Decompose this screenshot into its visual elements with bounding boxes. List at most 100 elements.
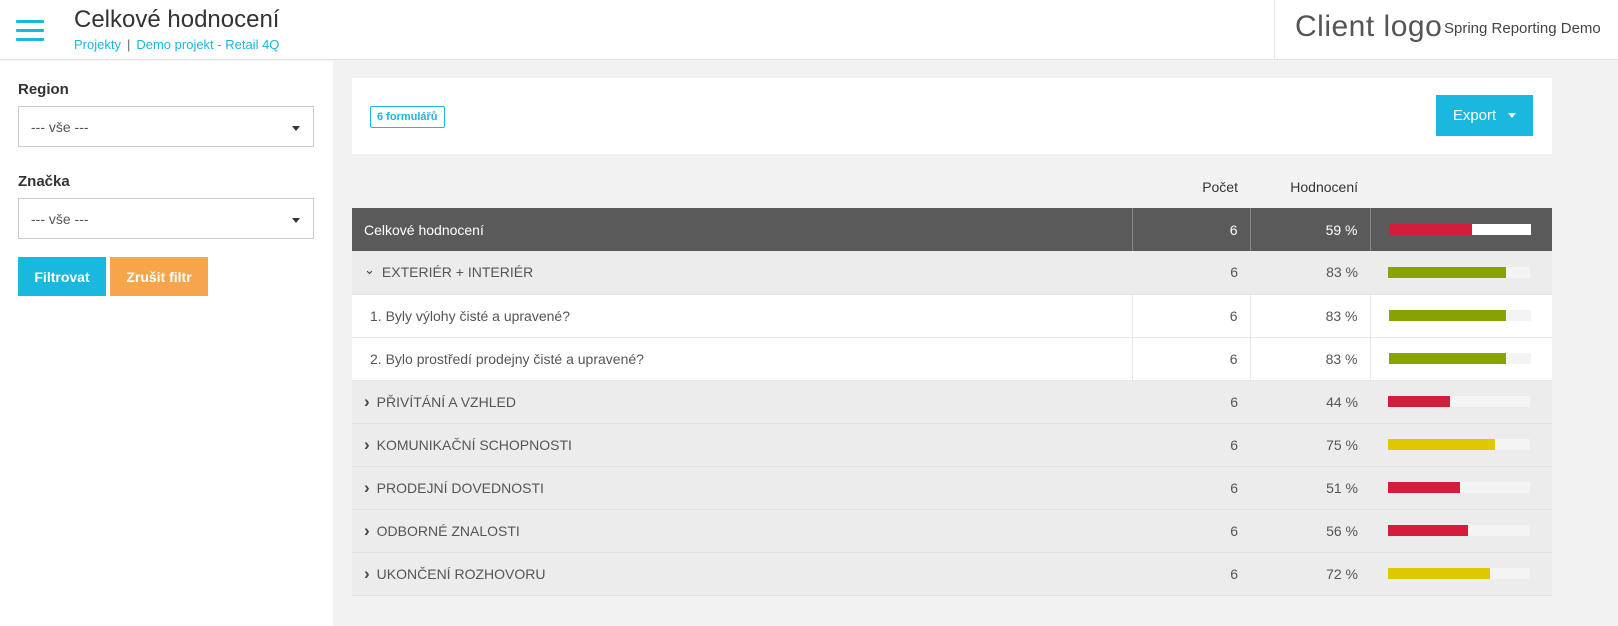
row-score-bar-cell — [1369, 208, 1552, 251]
filter-buttons: Filtrovat Zrušit filtr — [18, 257, 315, 296]
row-count: 6 — [1132, 251, 1250, 295]
results-table: Počet Hodnocení Celkové hodnocení 6 59 % ⌄ E… — [352, 166, 1552, 596]
row-score-bar-cell — [1370, 552, 1552, 596]
chevron-down-icon[interactable]: ⌄ — [364, 262, 375, 278]
section-row[interactable]: › PRODEJNÍ DOVEDNOSTI 6 51 % — [352, 466, 1552, 510]
row-label: PRODEJNÍ DOVEDNOSTI — [376, 479, 544, 496]
row-score-bar-cell — [1370, 380, 1552, 424]
row-label-cell: ⌄ EXTERIÉR + INTERIÉR — [352, 251, 1132, 295]
question-row: 1. Byly výlohy čisté a upravené? 6 83 % — [352, 294, 1552, 338]
column-header-bar — [1370, 166, 1552, 208]
table-header: Počet Hodnocení — [352, 166, 1552, 208]
region-select[interactable]: --- vše --- — [18, 106, 314, 147]
score-bar-track — [1388, 568, 1530, 579]
score-bar-fill — [1388, 224, 1473, 235]
score-bar-fill — [1388, 310, 1507, 321]
chevron-right-icon[interactable]: › — [364, 478, 370, 498]
score-bar-fill — [1388, 396, 1451, 407]
row-score-bar-cell — [1370, 251, 1552, 295]
app-header: Celkové hodnocení Projekty | Demo projekt … — [0, 0, 1618, 60]
score-bar-fill — [1388, 482, 1461, 493]
score-bar-track — [1388, 482, 1530, 493]
header-right: Client logo Spring Reporting Demo — [1274, 0, 1618, 60]
row-score: 72 % — [1250, 552, 1370, 596]
chevron-right-icon[interactable]: › — [364, 564, 370, 584]
column-header-score: Hodnocení — [1250, 166, 1370, 208]
row-score-bar-cell — [1369, 337, 1552, 381]
brand-select[interactable]: --- vše --- — [18, 198, 314, 239]
row-label-cell: 1. Byly výlohy čisté a upravené? — [352, 294, 1132, 338]
section-row[interactable]: › KOMUNIKAČNÍ SCHOPNOSTI 6 75 % — [352, 423, 1552, 467]
client-logo: Client logo — [1295, 10, 1443, 43]
row-label-cell: › PŘIVÍTÁNÍ A VZHLED — [352, 380, 1132, 424]
question-row: 2. Bylo prostředí prodejny čisté a uprav… — [352, 337, 1552, 381]
export-button[interactable]: Export — [1436, 95, 1533, 136]
export-label: Export — [1452, 107, 1497, 124]
row-label-cell: › UKONČENÍ ROZHOVORU — [352, 552, 1132, 596]
row-score: 83 % — [1250, 251, 1370, 295]
score-bar-track — [1388, 439, 1530, 450]
row-label: PŘIVÍTÁNÍ A VZHLED — [376, 393, 516, 410]
filter-button[interactable]: Filtrovat — [18, 257, 106, 296]
breadcrumb-project[interactable]: Demo projekt - Retail 4Q — [136, 37, 279, 52]
score-bar-track — [1388, 525, 1530, 536]
section-row[interactable]: › PŘIVÍTÁNÍ A VZHLED 6 44 % — [352, 380, 1552, 424]
region-select-value: --- vše --- — [31, 119, 89, 135]
section-row[interactable]: › ODBORNÉ ZNALOSTI 6 56 % — [352, 509, 1552, 553]
row-label: ODBORNÉ ZNALOSTI — [376, 522, 520, 539]
breadcrumb-separator: | — [126, 37, 131, 52]
section-row[interactable]: › UKONČENÍ ROZHOVORU 6 72 % — [352, 552, 1552, 596]
row-count: 6 — [1132, 509, 1250, 553]
region-label: Region — [18, 81, 69, 98]
row-score-bar-cell — [1370, 423, 1552, 467]
main-content: 6 formulářů Export Počet Hodnocení Celko… — [352, 78, 1552, 596]
row-label-cell: Celkové hodnocení — [352, 208, 1132, 251]
row-label: KOMUNIKAČNÍ SCHOPNOSTI — [376, 436, 572, 453]
row-label-cell: › PRODEJNÍ DOVEDNOSTI — [352, 466, 1132, 510]
row-count: 6 — [1132, 552, 1250, 596]
row-count: 6 — [1131, 337, 1250, 381]
score-bar-track — [1388, 266, 1530, 278]
forms-count-badge: 6 formulářů — [370, 106, 445, 128]
row-score-bar-cell — [1369, 294, 1552, 338]
total-row: Celkové hodnocení 6 59 % — [352, 208, 1552, 251]
column-header-label — [352, 166, 1132, 208]
row-label: EXTERIÉR + INTERIÉR — [381, 263, 534, 280]
row-label: UKONČENÍ ROZHOVORU — [376, 565, 546, 582]
row-count: 6 — [1131, 294, 1250, 338]
chevron-right-icon[interactable]: › — [364, 392, 370, 412]
row-label-cell: 2. Bylo prostředí prodejny čisté a uprav… — [352, 337, 1132, 381]
app-name: Spring Reporting Demo — [1444, 20, 1601, 37]
brand-label: Značka — [18, 173, 70, 190]
row-score: 51 % — [1250, 466, 1370, 510]
row-score: 56 % — [1250, 509, 1370, 553]
page-title: Celkové hodnocení — [74, 6, 280, 33]
hamburger-menu-icon[interactable] — [16, 20, 44, 42]
row-count: 6 — [1132, 466, 1250, 510]
row-count: 6 — [1132, 380, 1250, 424]
brand-select-value: --- vše --- — [31, 211, 89, 227]
section-row[interactable]: ⌄ EXTERIÉR + INTERIÉR 6 83 % — [352, 251, 1552, 295]
row-score: 59 % — [1249, 208, 1370, 251]
clear-filter-button[interactable]: Zrušit filtr — [110, 257, 208, 296]
row-count: 6 — [1132, 423, 1250, 467]
caret-down-icon — [292, 126, 300, 131]
toolbar: 6 formulářů Export — [352, 78, 1552, 154]
score-bar-fill — [1388, 439, 1495, 450]
breadcrumb-projects[interactable]: Projekty — [74, 37, 121, 52]
table-body: Celkové hodnocení 6 59 % ⌄ EXTERIÉR + INTERI… — [352, 208, 1552, 596]
row-count: 6 — [1131, 208, 1250, 251]
row-score: 44 % — [1250, 380, 1370, 424]
title-area: Celkové hodnocení Projekty | Demo projekt … — [74, 6, 279, 52]
score-bar-fill — [1388, 353, 1507, 364]
chevron-right-icon[interactable]: › — [364, 435, 370, 455]
chevron-right-icon[interactable]: › — [364, 521, 370, 541]
score-bar-track — [1388, 396, 1530, 407]
score-bar-fill — [1388, 525, 1468, 536]
row-label-cell: › KOMUNIKAČNÍ SCHOPNOSTI — [352, 423, 1132, 467]
caret-down-icon — [1508, 113, 1517, 118]
row-label: Celkové hodnocení — [364, 221, 484, 238]
row-score: 83 % — [1249, 337, 1370, 381]
row-score-bar-cell — [1370, 509, 1552, 553]
row-label: 1. Byly výlohy čisté a upravené? — [370, 307, 570, 324]
